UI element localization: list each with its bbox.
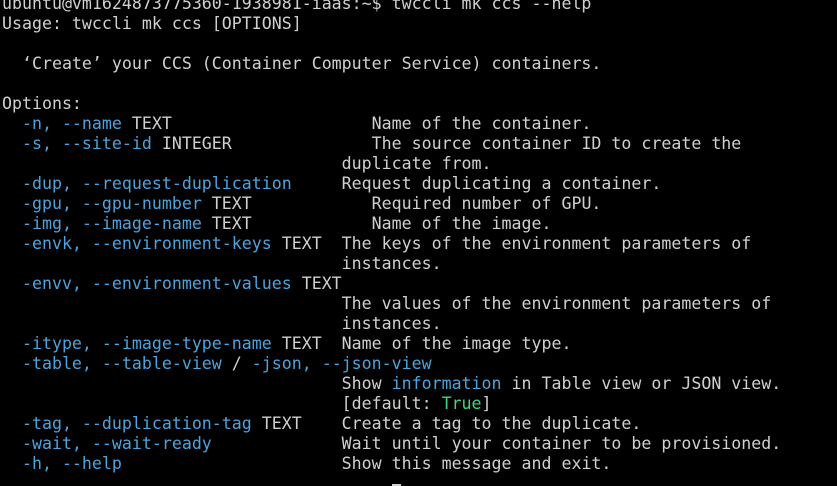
output-line: -wait, --wait-ready Wait until your cont… bbox=[2, 434, 781, 454]
output-line: [default: True] bbox=[2, 394, 492, 414]
output-line: Options: bbox=[2, 94, 82, 114]
terminal-window[interactable]: ubuntu@vm1624873775360-1938981-iaas:~$ t… bbox=[0, 0, 837, 486]
output-text: / bbox=[221, 354, 252, 373]
output-text: duplicate from. bbox=[2, 154, 492, 173]
output-text: TEXT The keys of the environment paramet… bbox=[271, 234, 752, 253]
option-flag: -gpu, --gpu-number bbox=[2, 194, 202, 213]
output-line: duplicate from. bbox=[2, 154, 492, 174]
output-text: instances. bbox=[2, 254, 442, 273]
output-line: ‘Create’ your CCS (Container Computer Se… bbox=[2, 54, 601, 74]
option-flag: -tag, --duplication-tag bbox=[2, 414, 252, 433]
option-flag: -envk, --environment-keys bbox=[2, 234, 272, 253]
output-line: -itype, --image-type-name TEXT Name of t… bbox=[2, 334, 572, 354]
option-flag: -wait, --wait-ready bbox=[2, 434, 212, 453]
output-text: Usage: twccli mk ccs [OPTIONS] bbox=[2, 14, 302, 33]
command-line: ubuntu@vm1624873775360-1938981-iaas:~$ t… bbox=[2, 0, 591, 14]
output-line: -n, --name TEXT Name of the container. bbox=[2, 114, 591, 134]
output-line: -img, --image-name TEXT Name of the imag… bbox=[2, 214, 552, 234]
output-text: instances. bbox=[2, 314, 442, 333]
output-text: TEXT Required number of GPU. bbox=[201, 194, 602, 213]
output-text: TEXT Name of the container. bbox=[121, 114, 592, 133]
output-text: Show this message and exit. bbox=[121, 454, 612, 473]
option-flag: -json, --json-view bbox=[251, 354, 432, 373]
output-line: The values of the environment parameters… bbox=[2, 294, 772, 314]
option-flag: information bbox=[391, 374, 502, 393]
output-line: -envk, --environment-keys TEXT The keys … bbox=[2, 234, 751, 254]
output-line: -h, --help Show this message and exit. bbox=[2, 454, 611, 474]
option-flag: -dup, --request-duplication bbox=[2, 174, 292, 193]
output-text: Wait until your container to be provisio… bbox=[211, 434, 782, 453]
option-flag: -table, --table-view bbox=[2, 354, 222, 373]
output-line: -dup, --request-duplication Request dupl… bbox=[2, 174, 661, 194]
output-line: -gpu, --gpu-number TEXT Required number … bbox=[2, 194, 601, 214]
output-text: [default: bbox=[2, 394, 442, 413]
output-line: -tag, --duplication-tag TEXT Create a ta… bbox=[2, 414, 641, 434]
output-text: The values of the environment parameters… bbox=[2, 294, 772, 313]
output-text: Options: bbox=[2, 94, 82, 113]
output-text: INTEGER The source container ID to creat… bbox=[151, 134, 742, 153]
option-flag: -itype, --image-type-name bbox=[2, 334, 272, 353]
output-text: TEXT Name of the image type. bbox=[271, 334, 572, 353]
output-line: -envv, --environment-values TEXT bbox=[2, 274, 342, 294]
option-flag: -img, --image-name bbox=[2, 214, 202, 233]
output-line: Show information in Table view or JSON v… bbox=[2, 374, 782, 394]
output-line: -s, --site-id INTEGER The source contain… bbox=[2, 134, 741, 154]
output-line: instances. bbox=[2, 314, 442, 334]
option-flag: -envv, --environment-values bbox=[2, 274, 292, 293]
output-line: -table, --table-view / -json, --json-vie… bbox=[2, 354, 432, 374]
output-text: TEXT Create a tag to the duplicate. bbox=[251, 414, 642, 433]
default-value: True bbox=[441, 394, 482, 413]
output-text: ‘Create’ your CCS (Container Computer Se… bbox=[2, 54, 602, 73]
output-text: in Table view or JSON view. bbox=[501, 374, 782, 393]
option-flag: -n, --name bbox=[2, 114, 122, 133]
option-flag: -s, --site-id bbox=[2, 134, 152, 153]
output-text: TEXT Name of the image. bbox=[201, 214, 552, 233]
output-text: Show bbox=[2, 374, 392, 393]
output-line: Usage: twccli mk ccs [OPTIONS] bbox=[2, 14, 302, 34]
output-text: ] bbox=[481, 394, 492, 413]
option-flag: -h, --help bbox=[2, 454, 122, 473]
output-text: TEXT bbox=[291, 274, 342, 293]
output-line: instances. bbox=[2, 254, 442, 274]
output-text: Request duplicating a container. bbox=[291, 174, 662, 193]
output-text: ubuntu@vm1624873775360-1938981-iaas:~$ t… bbox=[2, 0, 592, 13]
